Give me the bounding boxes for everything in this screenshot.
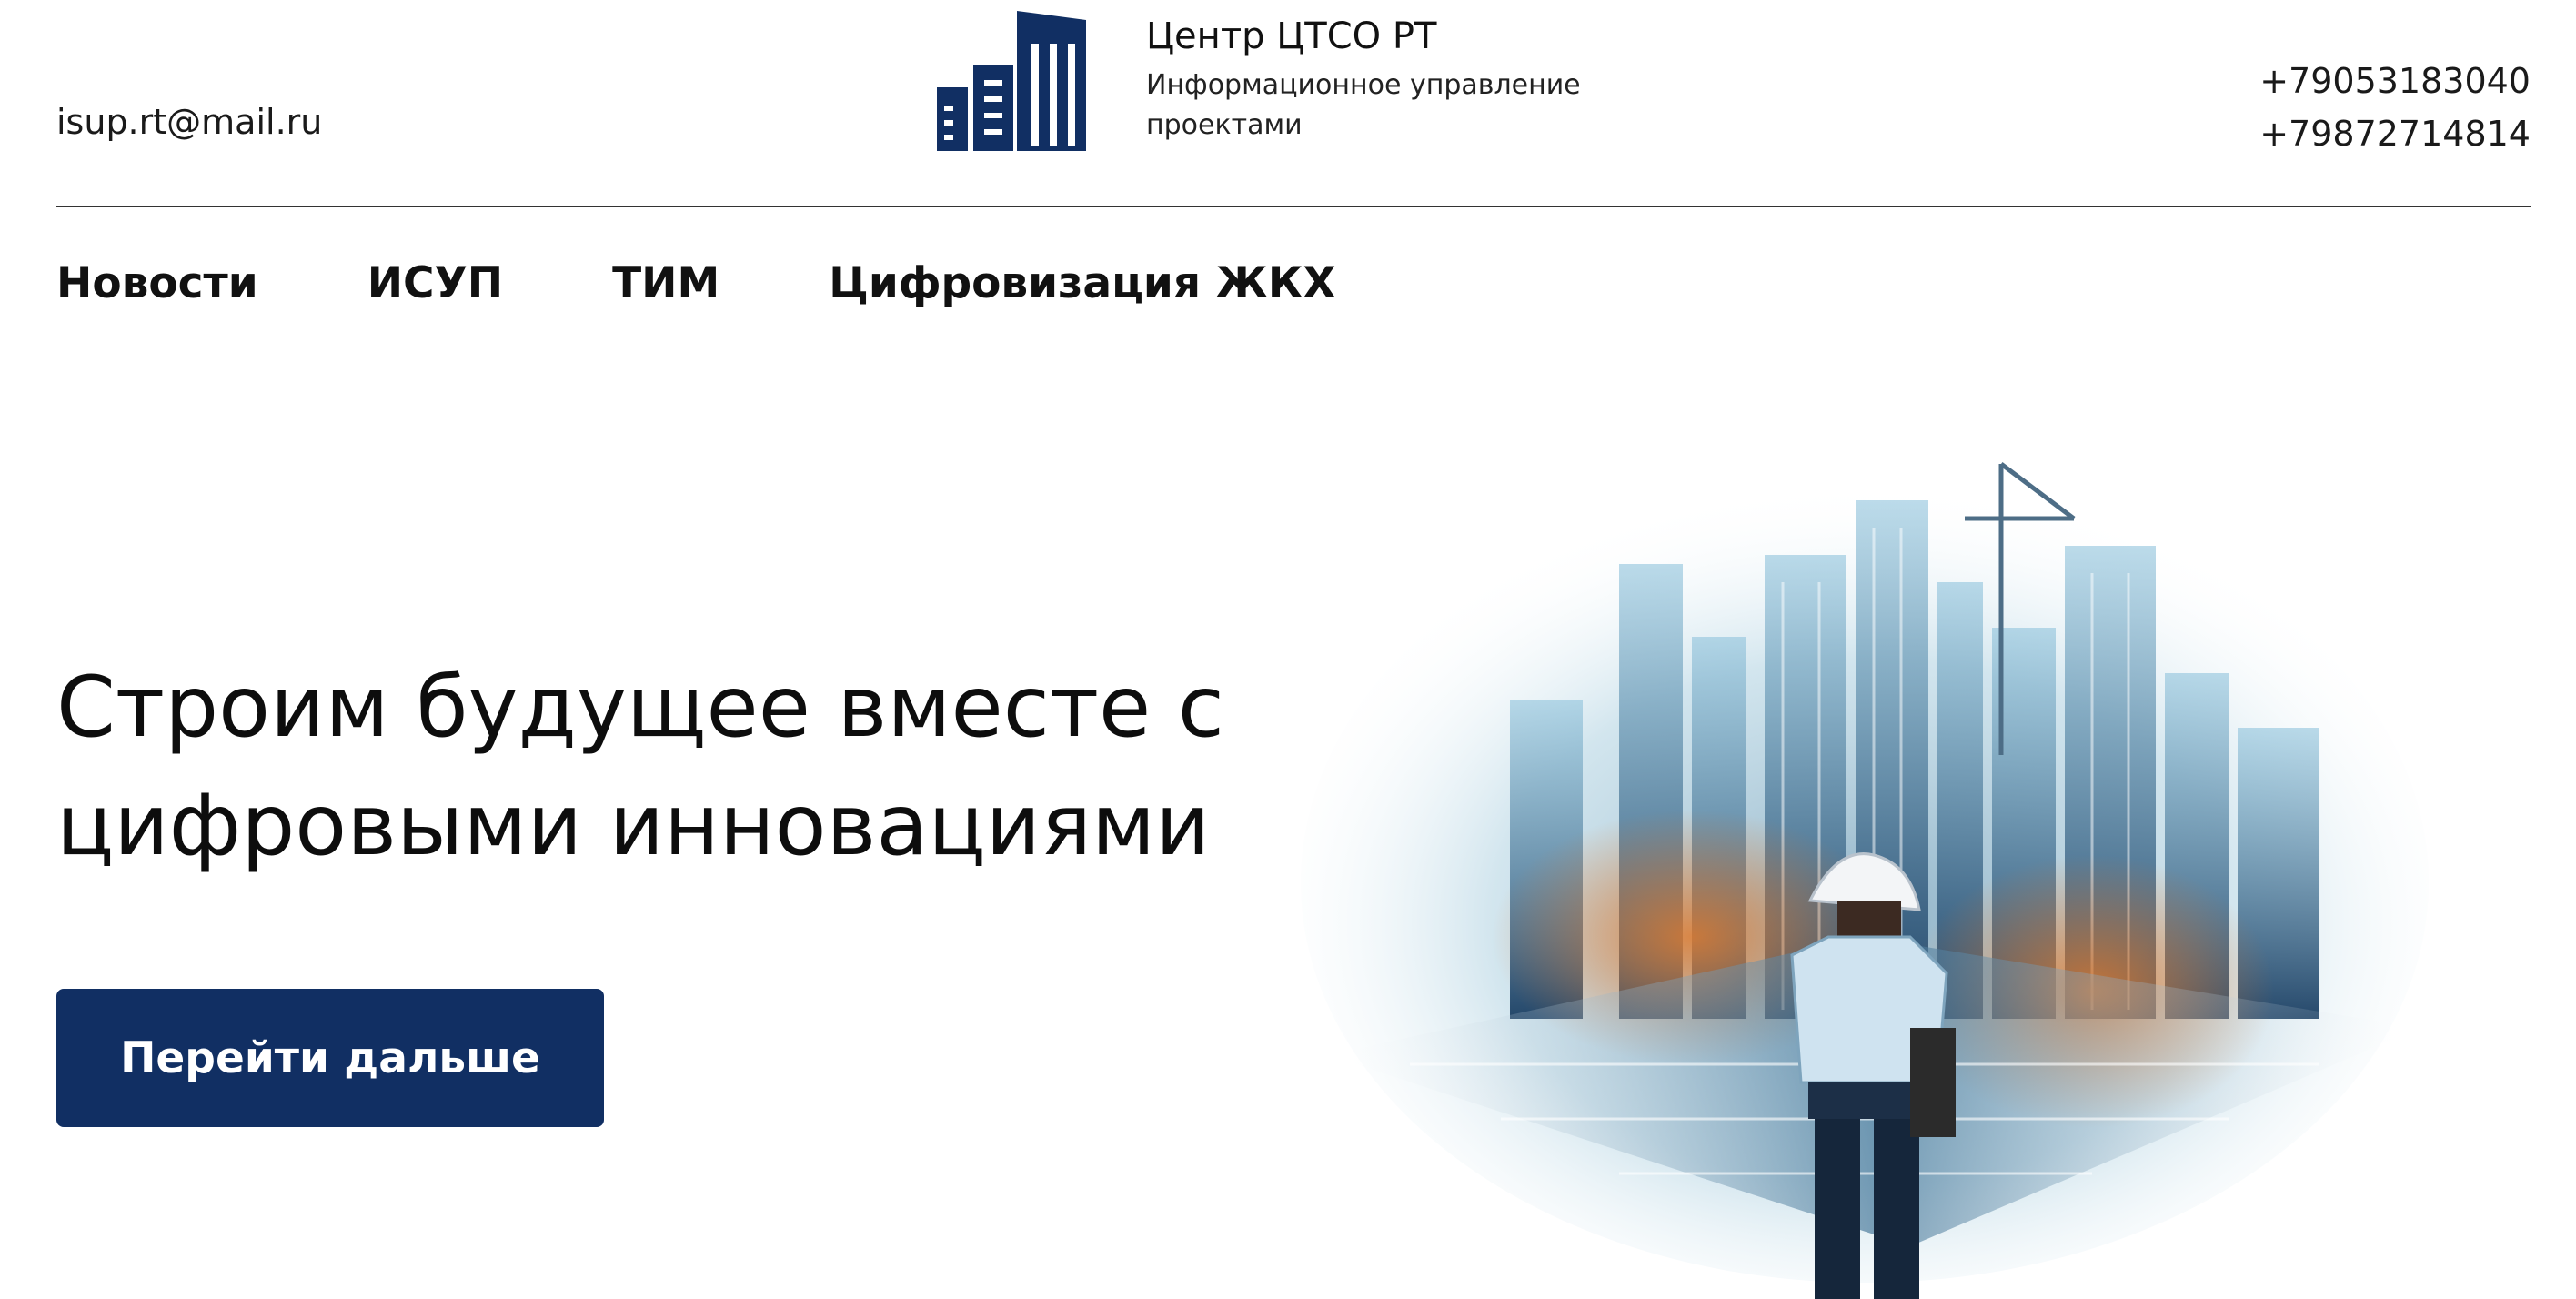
brand-text: Центр ЦТСО РТ Информационное управление … [1146,11,1655,151]
main-nav: Новости ИСУП ТИМ Цифровизация ЖКХ [56,258,1336,308]
cta-button[interactable]: Перейти дальше [56,989,604,1127]
page: isup.rt@mail.ru Центр ЦТСО РТ Информацио… [0,0,2576,1299]
phone-link[interactable]: +79053183040 [2259,55,2531,107]
email-link[interactable]: isup.rt@mail.ru [56,102,322,142]
phone-list: +79053183040 +79872714814 [2259,55,2531,160]
buildings-logo-icon [937,7,1092,151]
brand[interactable]: Центр ЦТСО РТ Информационное управление … [937,7,1655,151]
nav-item-news[interactable]: Новости [56,258,258,308]
nav-item-tim[interactable]: ТИМ [612,258,719,308]
nav-item-isup[interactable]: ИСУП [367,258,503,308]
hero-illustration-graphic [1301,462,2429,1299]
hero-illustration [1273,428,2456,1299]
nav-item-housing-digitalization[interactable]: Цифровизация ЖКХ [829,258,1335,308]
brand-title: Центр ЦТСО РТ [1146,15,1437,57]
brand-subtitle: Информационное управление проектами [1146,69,1581,141]
header-divider [56,206,2531,207]
hero-title: Строим будущее вместе с цифровыми иннова… [56,658,1224,874]
phone-link[interactable]: +79872714814 [2259,107,2531,160]
